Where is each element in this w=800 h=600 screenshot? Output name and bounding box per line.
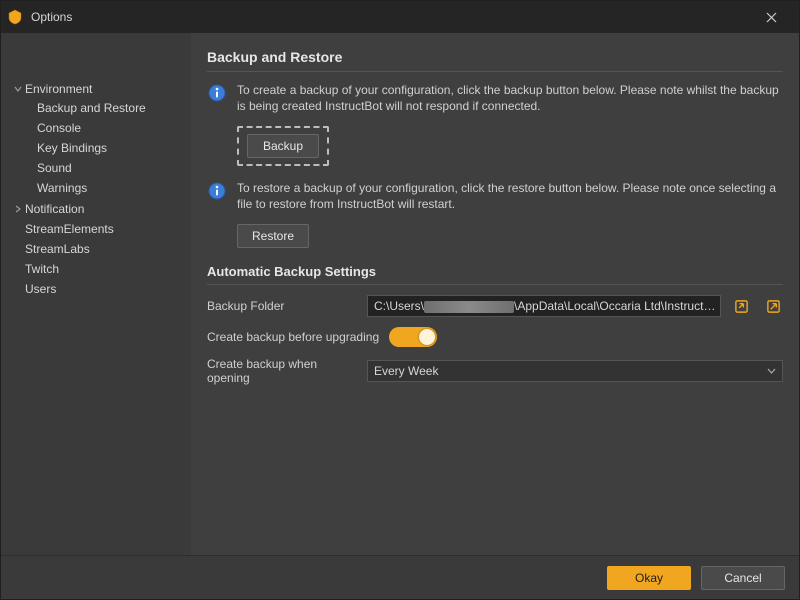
options-window: Options Environment Backup and Restore — [0, 0, 800, 600]
sidebar-item-backup-and-restore[interactable]: Backup and Restore — [37, 99, 187, 117]
info-icon — [207, 181, 227, 201]
upgrade-toggle[interactable] — [389, 327, 437, 347]
sidebar-item-notification[interactable]: Notification — [7, 200, 187, 218]
opening-select-label: Create backup when opening — [207, 357, 357, 385]
chevron-down-icon — [11, 85, 25, 93]
cancel-button[interactable]: Cancel — [701, 566, 785, 590]
app-icon — [7, 9, 23, 25]
sidebar-item-label: StreamElements — [25, 220, 114, 238]
info-icon — [207, 83, 227, 103]
upgrade-toggle-label: Create backup before upgrading — [207, 330, 379, 344]
sidebar-item-label: StreamLabs — [25, 240, 90, 258]
opening-select-value: Every Week — [374, 364, 438, 378]
restore-button[interactable]: Restore — [237, 224, 309, 248]
sidebar-item-warnings[interactable]: Warnings — [37, 179, 187, 197]
titlebar: Options — [1, 1, 799, 33]
window-title: Options — [31, 10, 72, 24]
okay-button[interactable]: Okay — [607, 566, 691, 590]
automatic-backup-settings-title: Automatic Backup Settings — [207, 264, 783, 285]
backup-folder-field[interactable]: C:\Users\ \AppData\Local\Occaria Ltd\Inst… — [367, 295, 721, 317]
path-suffix: \AppData\Local\Occaria Ltd\InstructBot\b… — [514, 299, 716, 313]
sidebar-item-label: Key Bindings — [37, 139, 107, 157]
sidebar-item-label: Twitch — [25, 260, 59, 278]
main-panel: Backup and Restore To create a backup of… — [191, 33, 799, 555]
open-folder-button[interactable] — [763, 296, 783, 316]
sidebar-item-label: Sound — [37, 159, 72, 177]
close-button[interactable] — [751, 1, 791, 33]
redacted-username — [424, 301, 514, 313]
sidebar-item-label: Warnings — [37, 179, 87, 197]
sidebar-item-sound[interactable]: Sound — [37, 159, 187, 177]
sidebar: Environment Backup and Restore Console K… — [1, 33, 191, 555]
sidebar-item-twitch[interactable]: Twitch — [7, 260, 187, 278]
sidebar-item-environment[interactable]: Environment — [7, 80, 187, 98]
sidebar-item-label: Environment — [25, 80, 92, 98]
backup-button-highlight: Backup — [237, 126, 329, 166]
sidebar-item-users[interactable]: Users — [7, 280, 187, 298]
footer: Okay Cancel — [1, 555, 799, 599]
browse-folder-button[interactable] — [731, 296, 751, 316]
sidebar-item-label: Users — [25, 280, 56, 298]
sidebar-item-streamelements[interactable]: StreamElements — [7, 220, 187, 238]
backup-folder-value: C:\Users\ \AppData\Local\Occaria Ltd\Inst… — [374, 299, 716, 313]
chevron-down-icon — [767, 368, 776, 374]
backup-info-text: To create a backup of your configuration… — [237, 82, 783, 114]
sidebar-item-label: Console — [37, 119, 81, 137]
sidebar-item-label: Notification — [25, 200, 84, 218]
sidebar-item-key-bindings[interactable]: Key Bindings — [37, 139, 187, 157]
opening-select[interactable]: Every Week — [367, 360, 783, 382]
chevron-right-icon — [11, 205, 25, 213]
page-title: Backup and Restore — [207, 49, 783, 72]
restore-info-text: To restore a backup of your configuratio… — [237, 180, 783, 212]
sidebar-item-label: Backup and Restore — [37, 99, 146, 117]
backup-button[interactable]: Backup — [247, 134, 319, 158]
backup-folder-label: Backup Folder — [207, 299, 357, 313]
sidebar-item-console[interactable]: Console — [37, 119, 187, 137]
sidebar-item-streamlabs[interactable]: StreamLabs — [7, 240, 187, 258]
path-prefix: C:\Users\ — [374, 299, 424, 313]
